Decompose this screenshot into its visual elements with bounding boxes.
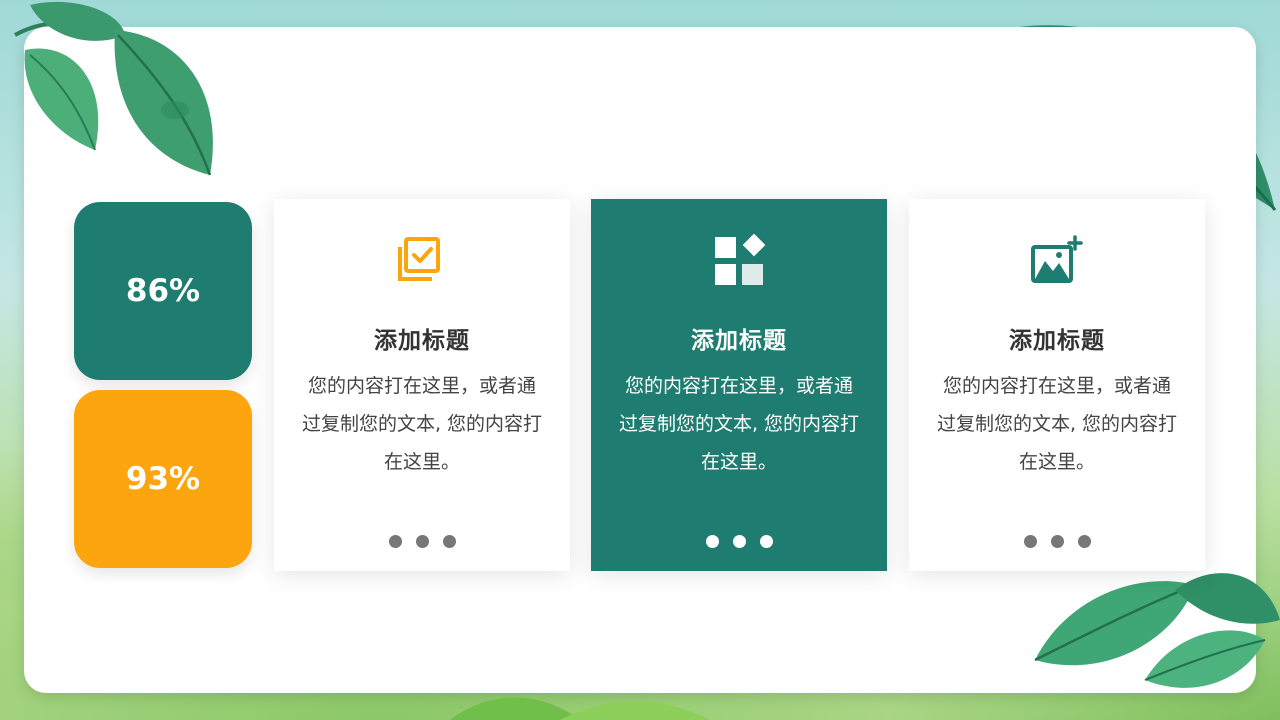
dot [732,535,746,548]
card-body: 您的内容打在这里，或者通过复制您的文本, 您的内容打在这里。 [618,375,860,473]
card-body: 您的内容打在这里，或者通过复制您的文本, 您的内容打在这里。 [936,375,1178,473]
card-title: 添加标题 [374,328,470,354]
more-dots[interactable] [274,535,570,548]
dot [759,535,773,548]
leaf-decoration-bottom [450,697,710,720]
feature-card-2[interactable]: 添加标题 您的内容打在这里，或者通过复制您的文本, 您的内容打在这里。 [591,199,887,571]
more-dots[interactable] [909,535,1205,548]
add-image-icon [1031,235,1083,283]
dot [1077,535,1091,548]
leaf-decoration-bottom-right [1034,573,1280,688]
dot [1023,535,1037,548]
feature-card-1[interactable]: 添加标题 您的内容打在这里，或者通过复制您的文本, 您的内容打在这里。 [274,199,570,571]
stat-value: 86% [125,273,201,309]
stat-badge-86: 86% [74,202,252,380]
dot [705,535,719,548]
card-title: 添加标题 [691,328,787,354]
card-body: 您的内容打在这里，或者通过复制您的文本, 您的内容打在这里。 [301,375,543,473]
dot [1050,535,1064,548]
feature-card-3[interactable]: 添加标题 您的内容打在这里，或者通过复制您的文本, 您的内容打在这里。 [909,199,1205,571]
dot [415,535,429,548]
dot [388,535,402,548]
more-dots[interactable] [591,535,887,548]
stat-badge-93: 93% [74,390,252,568]
checklist-icon [398,237,440,281]
stat-value: 93% [125,461,201,497]
dot [442,535,456,548]
grid-shapes-icon [715,233,766,285]
card-title: 添加标题 [1009,328,1105,354]
leaf-decoration-top-left [14,1,213,176]
